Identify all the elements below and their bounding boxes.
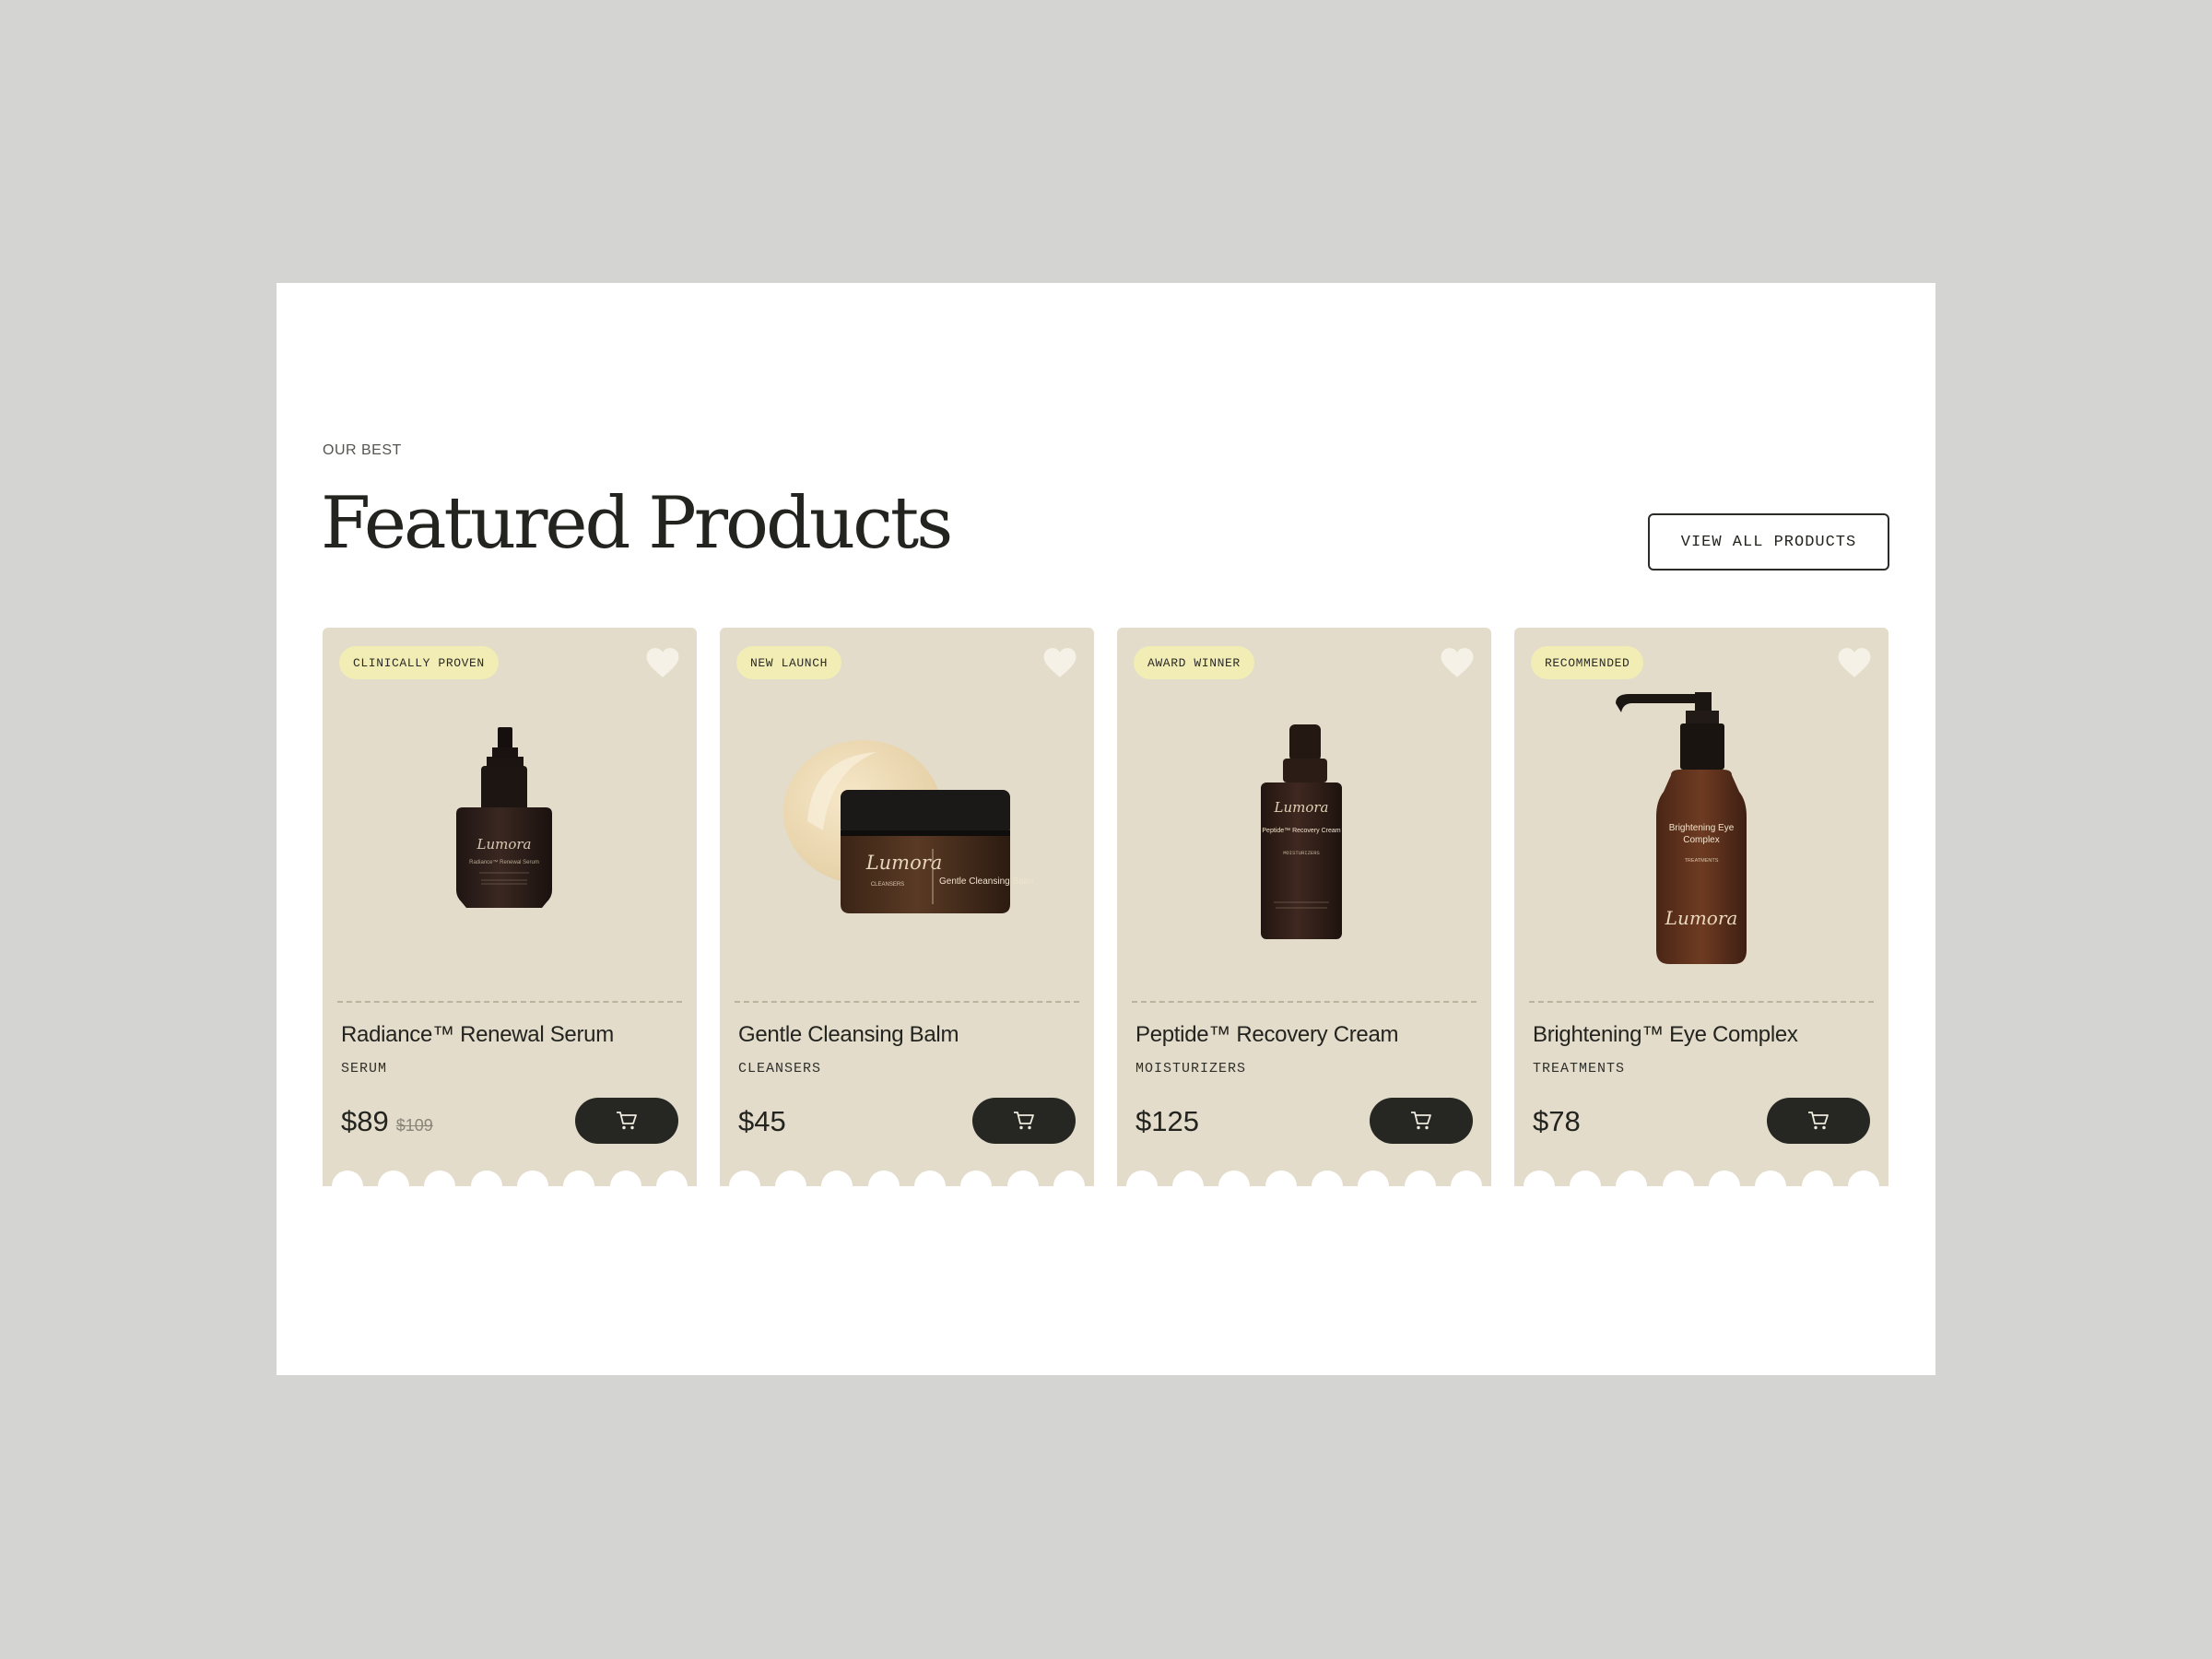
product-image[interactable]: Brightening Eye Complex TREATMENTS Lumora — [1514, 683, 1888, 996]
card-divider — [1529, 1001, 1874, 1003]
product-price: $89 — [341, 1105, 389, 1137]
featured-products-section: OUR BEST Featured Products VIEW ALL PROD… — [276, 283, 1936, 1375]
product-badge: CLINICALLY PROVEN — [339, 646, 499, 679]
product-price: $45 — [738, 1105, 786, 1137]
bottle-brand-text: Lumora — [477, 836, 532, 853]
product-category: SERUM — [341, 1061, 388, 1077]
product-card[interactable]: CLINICALLY PROVEN Lumora Radiance™ Renew… — [323, 628, 697, 1186]
product-card[interactable]: AWARD WINNER Lumora Peptide™ Recovery Cr… — [1117, 628, 1491, 1186]
product-price: $78 — [1533, 1105, 1581, 1137]
add-to-cart-button[interactable] — [575, 1098, 678, 1144]
cart-icon — [617, 1112, 637, 1130]
jar-brand-text: Lumora — [865, 852, 943, 874]
bottle-label-text: Peptide™ Recovery Cream — [1262, 828, 1340, 834]
product-category: CLEANSERS — [738, 1061, 822, 1077]
heart-icon[interactable] — [1042, 646, 1077, 679]
add-to-cart-button[interactable] — [972, 1098, 1076, 1144]
card-divider — [735, 1001, 1079, 1003]
jar-label-text: Gentle Cleansing Balm — [939, 877, 1033, 887]
product-price: $125 — [1135, 1105, 1199, 1137]
bottle-sub-text: TREATMENTS — [1685, 858, 1719, 864]
product-badge: RECOMMENDED — [1531, 646, 1644, 679]
product-image[interactable]: Lumora Radiance™ Renewal Serum — [323, 683, 697, 996]
product-card[interactable]: NEW LAUNCH Lumora Gentle Cleansing Balm … — [720, 628, 1094, 1186]
product-badge: NEW LAUNCH — [736, 646, 842, 679]
bottle-sub-text: MOISTURIZERS — [1283, 850, 1320, 856]
product-name[interactable]: Gentle Cleansing Balm — [738, 1022, 959, 1048]
heart-icon[interactable] — [1837, 646, 1872, 679]
bottle-label-text: Radiance™ Renewal Serum — [469, 859, 539, 865]
product-name[interactable]: Radiance™ Renewal Serum — [341, 1022, 614, 1048]
product-price-row: $125 — [1135, 1105, 1199, 1138]
scallop-edge — [1126, 1171, 1482, 1186]
heart-icon[interactable] — [645, 646, 680, 679]
scallop-edge — [729, 1171, 1085, 1186]
product-price-row: $89 $109 — [341, 1105, 433, 1138]
add-to-cart-button[interactable] — [1370, 1098, 1473, 1144]
product-image[interactable]: Lumora Peptide™ Recovery Cream MOISTURIZ… — [1117, 683, 1491, 996]
add-to-cart-button[interactable] — [1767, 1098, 1870, 1144]
scallop-edge — [332, 1171, 688, 1186]
cart-icon — [1411, 1112, 1431, 1130]
cart-icon — [1808, 1112, 1829, 1130]
section-title: Featured Products — [321, 482, 953, 565]
jar-sub-text: CLEANSERS — [871, 882, 904, 888]
product-old-price: $109 — [395, 1116, 433, 1135]
view-all-products-button[interactable]: VIEW ALL PRODUCTS — [1648, 513, 1889, 571]
scallop-edge — [1524, 1171, 1879, 1186]
product-name[interactable]: Brightening™ Eye Complex — [1533, 1022, 1798, 1048]
section-eyebrow: OUR BEST — [323, 442, 402, 458]
bottle-label-line-2: Complex — [1683, 835, 1719, 845]
product-image[interactable]: Lumora Gentle Cleansing Balm CLEANSERS — [720, 683, 1094, 996]
product-name[interactable]: Peptide™ Recovery Cream — [1135, 1022, 1399, 1048]
product-card[interactable]: RECOMMENDED Brightening Eye Complex TREAT… — [1514, 628, 1888, 1186]
cart-icon — [1014, 1112, 1034, 1130]
product-price-row: $78 — [1533, 1105, 1581, 1138]
product-grid: CLINICALLY PROVEN Lumora Radiance™ Renew… — [323, 628, 1888, 1186]
card-divider — [337, 1001, 682, 1003]
product-price-row: $45 — [738, 1105, 786, 1138]
bottle-brand-text: Lumora — [1665, 907, 1738, 929]
card-divider — [1132, 1001, 1477, 1003]
bottle-label-line-1: Brightening Eye — [1669, 823, 1735, 833]
product-category: TREATMENTS — [1533, 1061, 1626, 1077]
product-category: MOISTURIZERS — [1135, 1061, 1247, 1077]
bottle-brand-text: Lumora — [1274, 799, 1329, 816]
heart-icon[interactable] — [1440, 646, 1475, 679]
product-badge: AWARD WINNER — [1134, 646, 1254, 679]
